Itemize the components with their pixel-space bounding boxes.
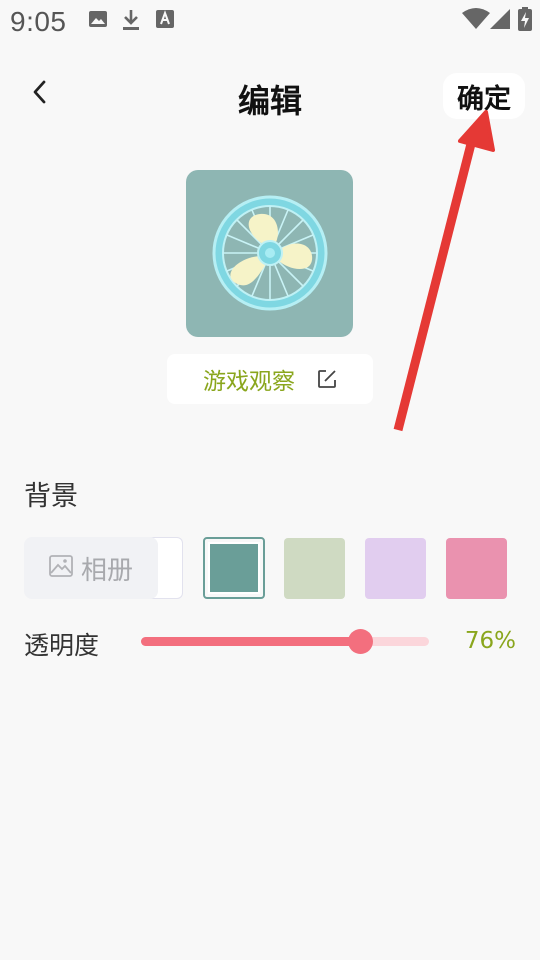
status-bar: 9:05 [0, 0, 540, 46]
name-edit-button[interactable]: 游戏观察 [167, 354, 373, 404]
swatch-pink[interactable] [446, 538, 507, 599]
fan-icon [186, 195, 353, 337]
slider-thumb[interactable] [348, 629, 373, 654]
image-icon [88, 9, 108, 33]
slider-fill [141, 637, 360, 646]
swatch-lavender[interactable] [365, 538, 426, 599]
edit-icon [317, 369, 337, 389]
download-icon [121, 9, 141, 35]
opacity-slider[interactable] [141, 628, 429, 656]
signal-icon [488, 8, 512, 34]
opacity-label: 透明度 [24, 631, 100, 660]
avatar[interactable] [186, 170, 353, 337]
status-time: 9:05 [10, 6, 67, 37]
background-swatch-row: 相册 [0, 537, 540, 601]
swatch-sage[interactable] [284, 538, 345, 599]
album-label: 相册 [80, 555, 133, 586]
swatch-teal[interactable] [203, 537, 265, 599]
album-button[interactable]: 相册 [24, 537, 158, 599]
battery-charging-icon [518, 7, 532, 35]
arrow-up-right-icon [393, 110, 495, 432]
wifi-icon [462, 8, 490, 34]
text-a-icon [156, 9, 174, 33]
image-icon [49, 555, 73, 581]
top-bar: 编辑 确定 [0, 60, 540, 130]
profile-name: 游戏观察 [203, 369, 295, 395]
opacity-value: 76% [464, 628, 516, 654]
background-section-label: 背景 [24, 481, 78, 512]
confirm-button[interactable]: 确定 [443, 73, 525, 119]
